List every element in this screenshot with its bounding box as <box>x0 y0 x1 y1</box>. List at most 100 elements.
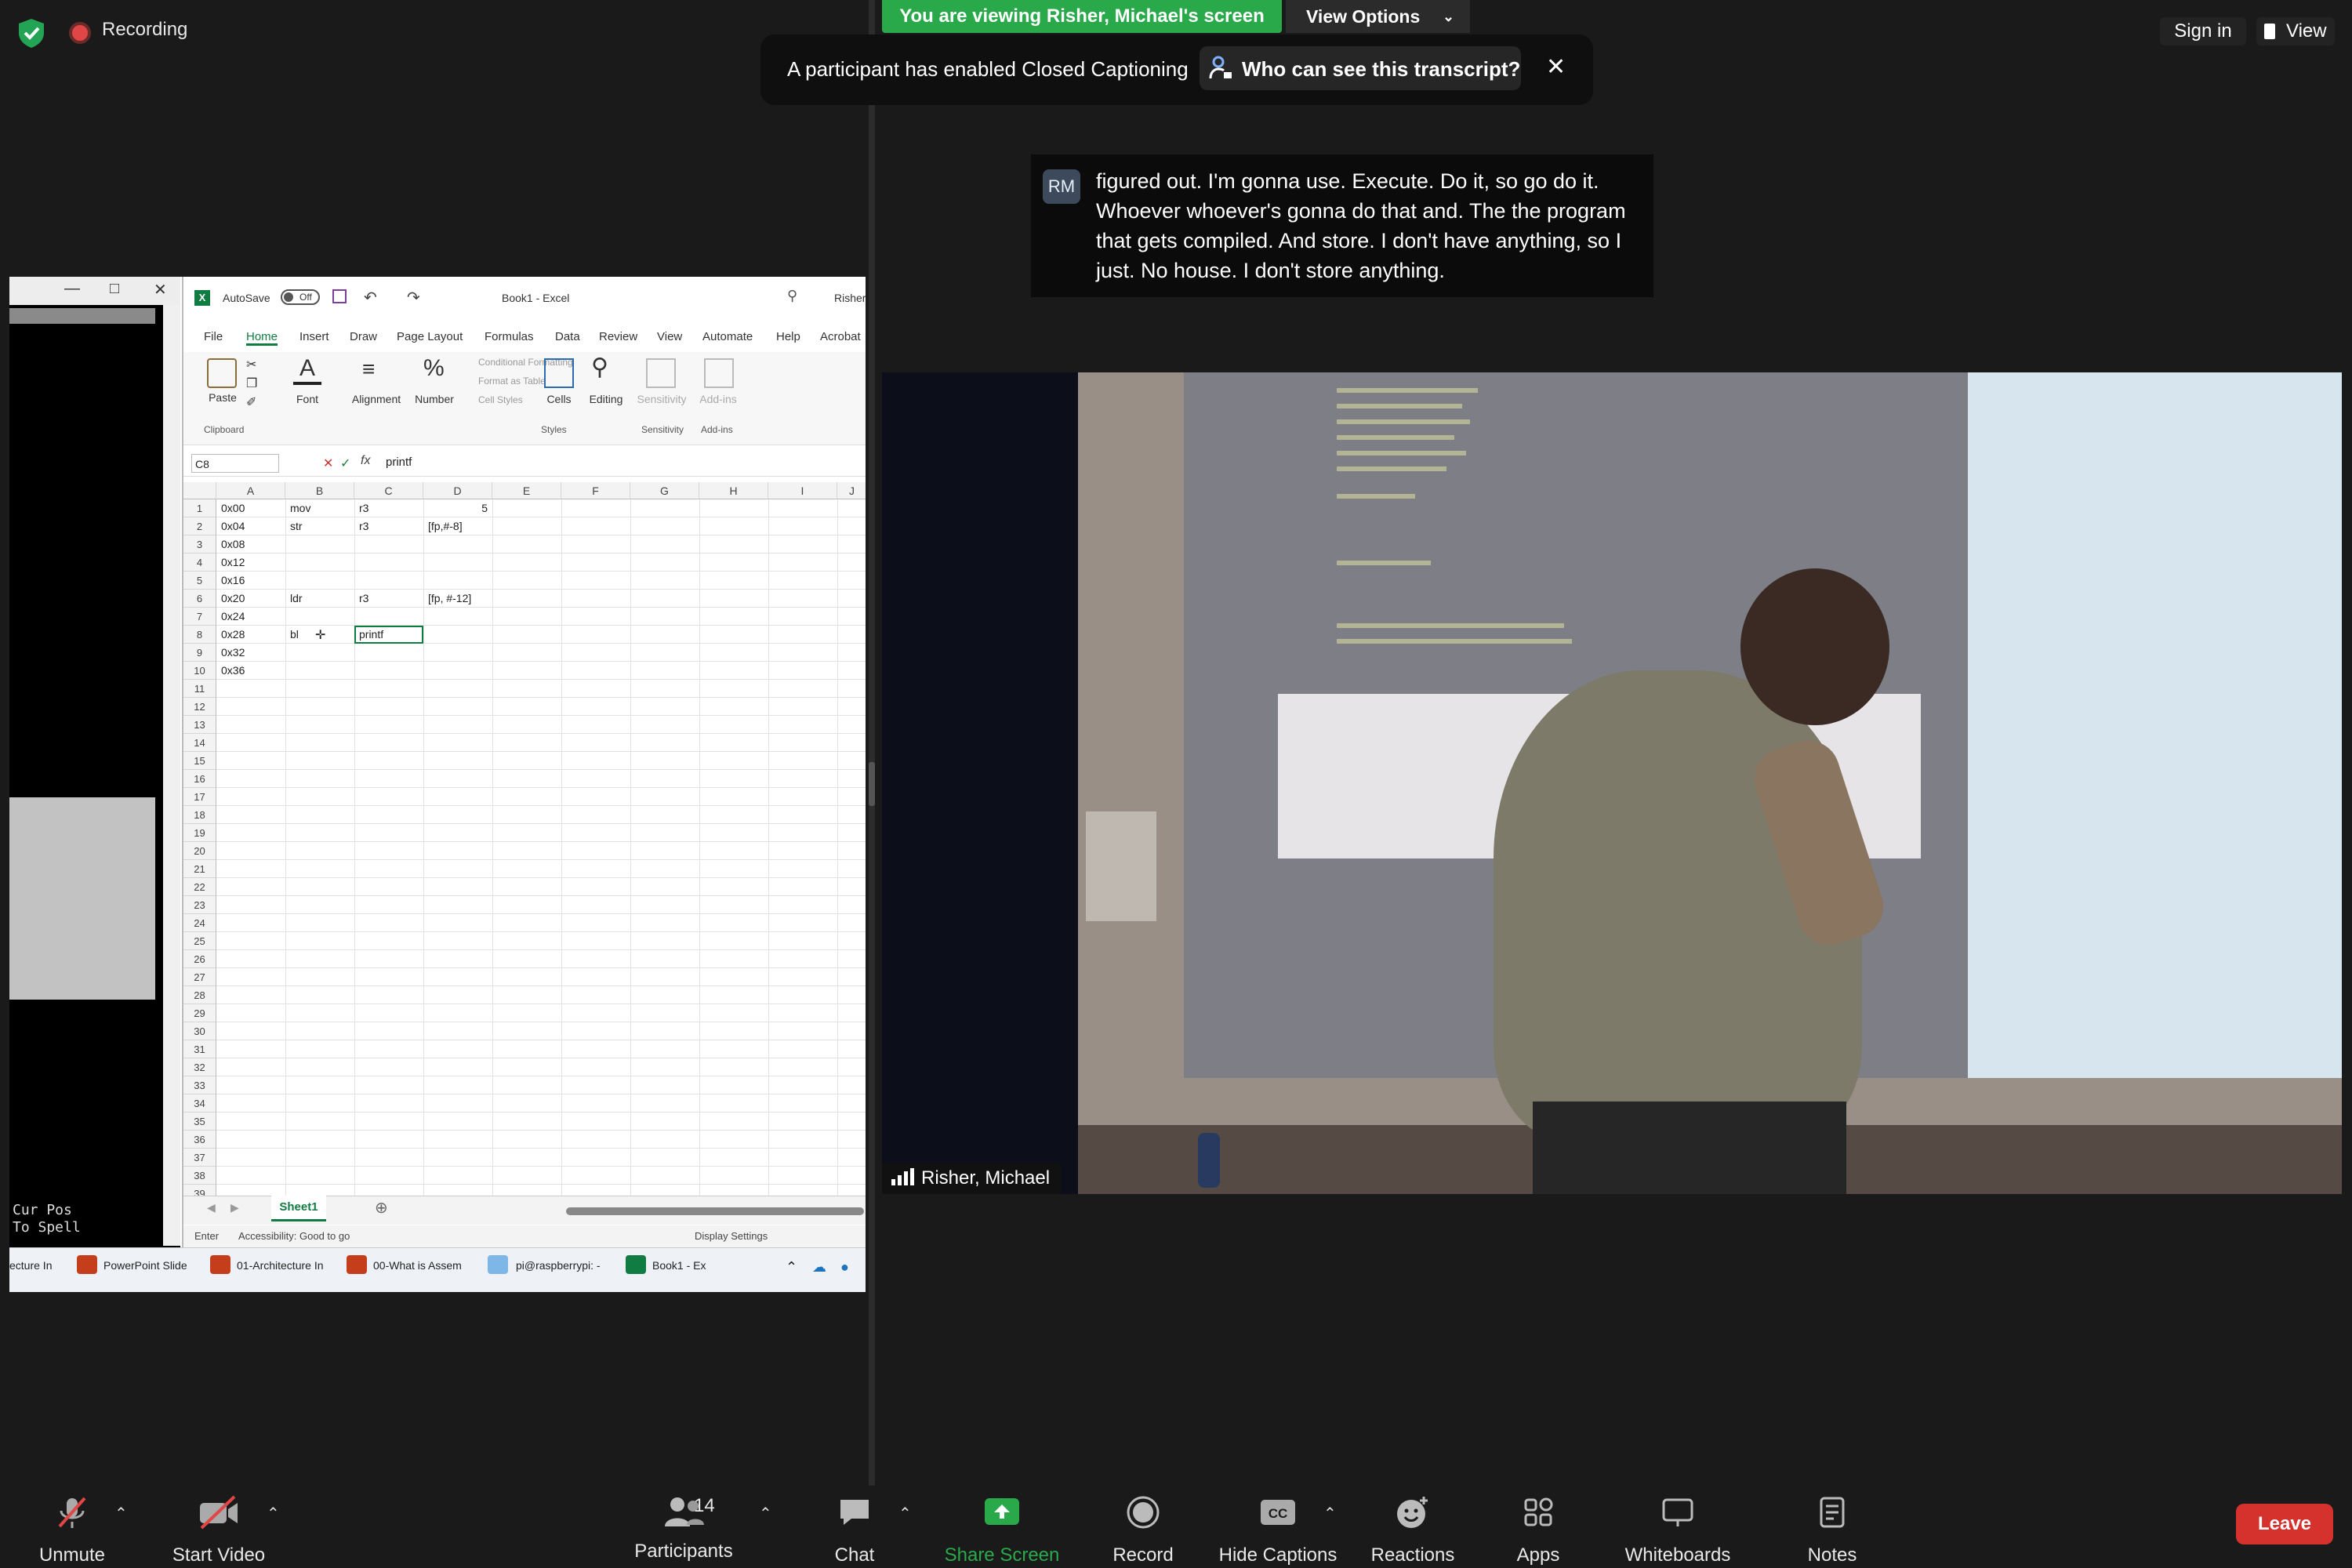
unmute-button[interactable]: Unmute <box>24 1494 121 1566</box>
format-as-table-button[interactable]: Format as Table <box>478 376 546 387</box>
column-header-c[interactable]: C <box>354 482 423 499</box>
row-header[interactable]: 11 <box>183 680 216 698</box>
view-button[interactable]: View <box>2256 17 2335 45</box>
cell-d4[interactable] <box>423 554 492 572</box>
cell-d8[interactable] <box>423 626 492 644</box>
row-header[interactable]: 34 <box>183 1094 216 1112</box>
autosave-toggle[interactable]: Off <box>281 289 320 305</box>
whiteboards-button[interactable]: Whiteboards <box>1613 1494 1742 1566</box>
row-header[interactable]: 14 <box>183 734 216 752</box>
split-divider[interactable] <box>869 0 875 1486</box>
alignment-label[interactable]: Alignment <box>345 393 408 405</box>
participant-video[interactable] <box>882 372 2342 1194</box>
taskbar-item[interactable]: 00-What is Assem <box>373 1259 462 1272</box>
taskbar-item[interactable]: 01-Architecture In <box>237 1259 324 1272</box>
add-ins-icon[interactable] <box>704 358 734 388</box>
chat-options-caret[interactable]: ⌃ <box>898 1504 912 1523</box>
select-all-corner[interactable] <box>183 482 216 499</box>
row-header[interactable]: 12 <box>183 698 216 716</box>
row-header[interactable]: 17 <box>183 788 216 806</box>
sensitivity-icon[interactable] <box>646 358 676 388</box>
cells-label[interactable]: Cells <box>541 393 577 405</box>
row-header[interactable]: 25 <box>183 932 216 950</box>
taskbar-item[interactable]: ecture In <box>9 1259 52 1272</box>
terminal-vertical-scrollbar[interactable] <box>163 305 180 1246</box>
row-header[interactable]: 26 <box>183 950 216 968</box>
row-header[interactable]: 3 <box>183 535 216 554</box>
tab-formulas[interactable]: Formulas <box>485 330 534 343</box>
view-options-button[interactable]: View Options ⌄ <box>1286 0 1470 33</box>
share-screen-button[interactable]: Share Screen <box>941 1494 1063 1566</box>
leave-button[interactable]: Leave <box>2236 1504 2333 1544</box>
percent-icon[interactable]: % <box>423 355 445 382</box>
next-sheet-icon[interactable]: ▶ <box>230 1201 239 1214</box>
chat-button[interactable]: Chat <box>823 1494 886 1566</box>
close-icon[interactable]: ✕ <box>1546 53 1566 81</box>
row-header[interactable]: 22 <box>183 878 216 896</box>
cell-c2[interactable]: r3 <box>354 517 423 535</box>
accessibility-status[interactable]: Accessibility: Good to go <box>238 1225 350 1247</box>
cell-b1[interactable]: mov <box>285 499 354 517</box>
cell-c6[interactable]: r3 <box>354 590 423 608</box>
cell-c9[interactable] <box>354 644 423 662</box>
cell-a2[interactable]: 0x04 <box>216 517 285 535</box>
cell-d7[interactable] <box>423 608 492 626</box>
row-header[interactable]: 30 <box>183 1022 216 1040</box>
cell-a8[interactable]: 0x28 <box>216 626 285 644</box>
row-header[interactable]: 33 <box>183 1076 216 1094</box>
cell-b3[interactable] <box>285 535 354 554</box>
save-icon[interactable] <box>332 289 347 303</box>
add-sheet-icon[interactable]: ⊕ <box>375 1198 388 1218</box>
column-header-j[interactable]: J <box>837 482 866 499</box>
maximize-icon[interactable]: □ <box>110 280 119 298</box>
cell-d2[interactable]: [fp,#-8] <box>423 517 492 535</box>
participants-button[interactable]: 14 Participants <box>627 1494 740 1563</box>
record-button[interactable]: Record <box>1104 1494 1182 1566</box>
row-header[interactable]: 28 <box>183 986 216 1004</box>
sheet-tab-sheet1[interactable]: Sheet1 <box>271 1196 326 1221</box>
row-header[interactable]: 16 <box>183 770 216 788</box>
cell-b7[interactable] <box>285 608 354 626</box>
row-header[interactable]: 1 <box>183 499 216 517</box>
row-header[interactable]: 13 <box>183 716 216 734</box>
cell-a3[interactable]: 0x08 <box>216 535 285 554</box>
column-header-f[interactable]: F <box>561 482 630 499</box>
editing-label[interactable]: Editing <box>583 393 629 405</box>
cell-a7[interactable]: 0x24 <box>216 608 285 626</box>
row-header[interactable]: 10 <box>183 662 216 680</box>
sensitivity-label[interactable]: Sensitivity <box>635 393 688 405</box>
cell-b6[interactable]: ldr <box>285 590 354 608</box>
number-label[interactable]: Number <box>411 393 458 405</box>
microphone-icon[interactable]: ● <box>840 1259 849 1276</box>
cell-d1[interactable]: 5 <box>423 499 492 517</box>
column-header-d[interactable]: D <box>423 482 492 499</box>
row-header[interactable]: 2 <box>183 517 216 535</box>
undo-icon[interactable]: ↶ <box>364 288 377 307</box>
cell-b10[interactable] <box>285 662 354 680</box>
cell-c3[interactable] <box>354 535 423 554</box>
apps-button[interactable]: Apps <box>1507 1494 1570 1566</box>
start-video-button[interactable]: Start Video <box>160 1494 278 1566</box>
row-header[interactable]: 8 <box>183 626 216 644</box>
excel-window[interactable]: X AutoSave Off ↶ ↷ Book1 - Excel ⚲ Rishe… <box>182 277 866 1247</box>
cell-b2[interactable]: str <box>285 517 354 535</box>
onedrive-icon[interactable]: ☁ <box>812 1259 826 1276</box>
cell-a6[interactable]: 0x20 <box>216 590 285 608</box>
terminal-window[interactable]: — □ ✕ Cur Pos To Spell <box>9 277 180 1247</box>
tab-review[interactable]: Review <box>599 330 637 343</box>
cell-d6[interactable]: [fp, #-12] <box>423 590 492 608</box>
security-shield-icon[interactable] <box>16 17 47 49</box>
split-divider-handle[interactable] <box>869 762 875 806</box>
row-header[interactable]: 7 <box>183 608 216 626</box>
row-header[interactable]: 32 <box>183 1058 216 1076</box>
insert-function-icon[interactable]: fx <box>361 454 370 468</box>
row-header[interactable]: 27 <box>183 968 216 986</box>
cut-icon[interactable]: ✂ <box>246 357 256 372</box>
close-icon[interactable]: ✕ <box>154 280 167 299</box>
column-header-i[interactable]: I <box>768 482 837 499</box>
notes-button[interactable]: Notes <box>1795 1494 1869 1566</box>
display-settings-button[interactable]: Display Settings <box>695 1225 768 1247</box>
name-box[interactable]: C8 <box>191 454 279 473</box>
row-header[interactable]: 35 <box>183 1112 216 1131</box>
reactions-button[interactable]: Reactions <box>1366 1494 1460 1566</box>
